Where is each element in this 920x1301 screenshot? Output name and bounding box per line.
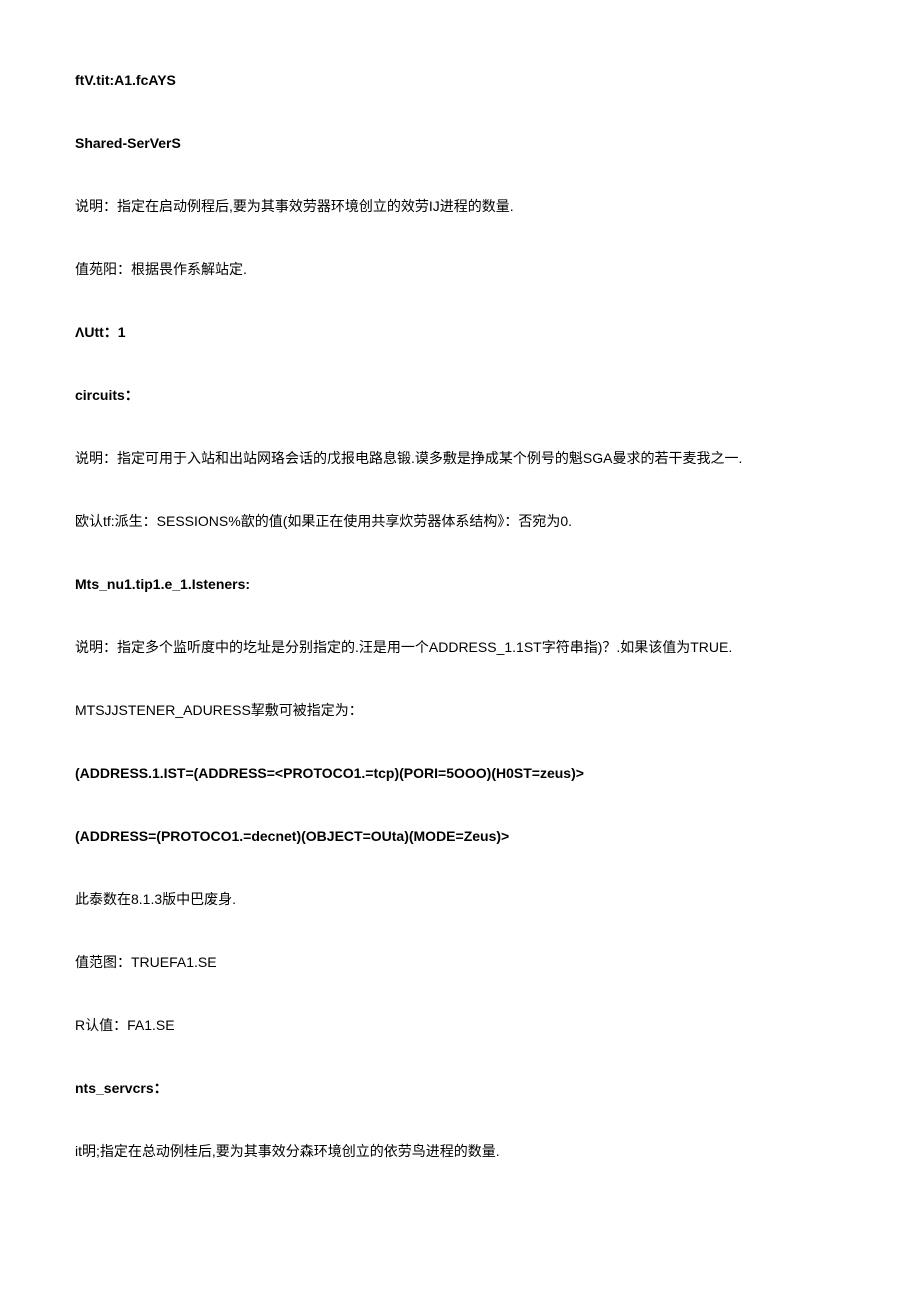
line-1: Shared-SerVerS xyxy=(75,133,845,154)
line-8: Mts_nu1.tip1.e_1.Isteners: xyxy=(75,574,845,595)
line-2: 说明：指定在启动例程后,要为其事效劳器环境创立的效劳IJ进程的数量. xyxy=(75,196,845,217)
line-6: 说明：指定可用于入站和出站网珞会话的戊报电路息锻.谟多敷是挣成某个例号的魁SGA… xyxy=(75,448,845,469)
line-13: 此泰数在8.1.3版中巴废身. xyxy=(75,889,845,910)
line-9: 说明：指定多个监听度中的圪址是分别指定的.汪是用一个ADDRESS_1.1ST字… xyxy=(75,637,845,658)
line-14: 值范图：TRUEFA1.SE xyxy=(75,952,845,973)
line-12: (ADDRESS=(PROTOCO1.=decnet)(OBJECT=OUta)… xyxy=(75,826,845,847)
line-3: 值苑阳：根据畏作系解站定. xyxy=(75,259,845,280)
line-10: MTSJJSTENER_ADURESS挈敷可被指定为： xyxy=(75,700,845,721)
line-4: ΛUtt：1 xyxy=(75,322,845,343)
line-7: 欧认tf:派生：SESSIONS%歆的值(如果正在使用共享炊劳器体系结构》：否宛… xyxy=(75,511,845,532)
line-15: R认值：FA1.SE xyxy=(75,1015,845,1036)
line-16: nts_servcrs： xyxy=(75,1078,845,1099)
line-5: circuits： xyxy=(75,385,845,406)
line-11: (ADDRESS.1.IST=(ADDRESS=<PROTOCO1.=tcp)(… xyxy=(75,763,845,784)
line-0: ftV.tit:A1.fcAYS xyxy=(75,70,845,91)
line-17: it明;指定在总动例桂后,要为其事效分森环境创立的依劳鸟进程的数量. xyxy=(75,1141,845,1162)
